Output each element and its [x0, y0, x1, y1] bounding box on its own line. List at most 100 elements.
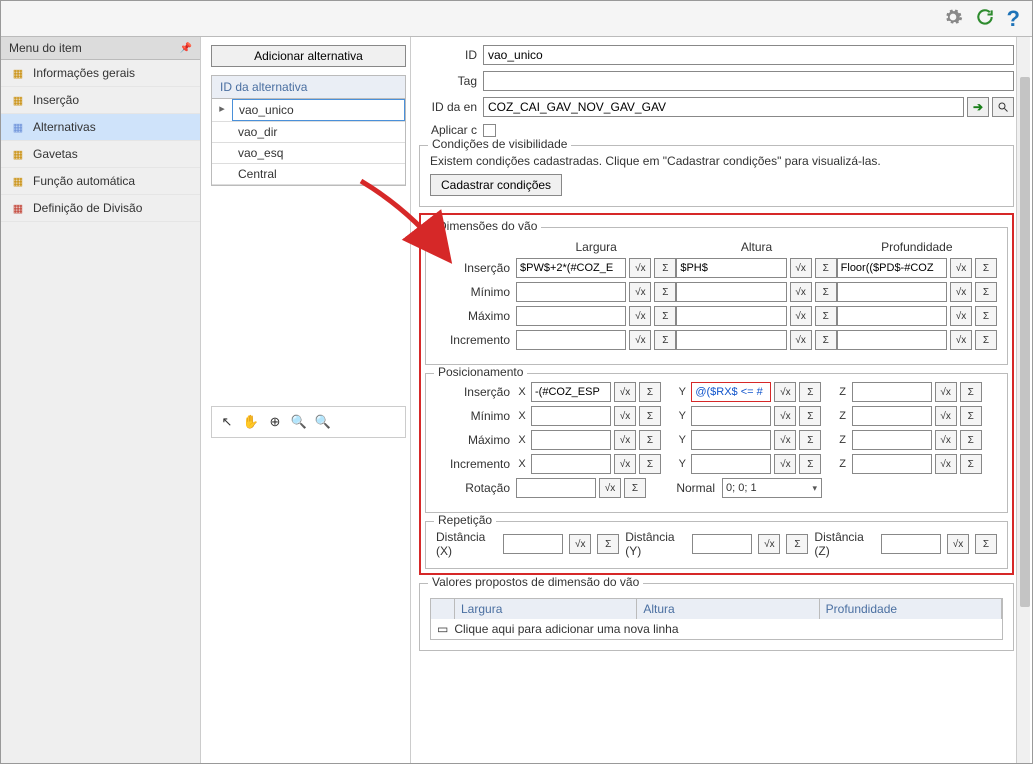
- pos-min-y[interactable]: [691, 406, 771, 426]
- sigma-icon[interactable]: Σ: [799, 382, 821, 402]
- sidebar-item-info[interactable]: ▦Informações gerais: [1, 60, 200, 87]
- sqrt-icon[interactable]: √x: [614, 406, 636, 426]
- sigma-icon[interactable]: Σ: [975, 330, 997, 350]
- zoom-in-icon[interactable]: 🔍: [290, 413, 308, 431]
- refresh-icon[interactable]: [975, 7, 995, 30]
- pos-min-x[interactable]: [531, 406, 611, 426]
- dim-inc-h[interactable]: [676, 330, 786, 350]
- sigma-icon[interactable]: Σ: [815, 282, 837, 302]
- rep-dx-input[interactable]: [503, 534, 563, 554]
- alt-row[interactable]: ▸vao_unico: [212, 99, 405, 122]
- alt-row[interactable]: vao_dir: [212, 122, 405, 143]
- scrollbar-thumb[interactable]: [1020, 77, 1030, 607]
- sqrt-icon[interactable]: √x: [758, 534, 780, 554]
- sqrt-icon[interactable]: √x: [950, 258, 972, 278]
- sigma-icon[interactable]: Σ: [960, 430, 982, 450]
- pos-min-z[interactable]: [852, 406, 932, 426]
- sqrt-icon[interactable]: √x: [790, 330, 812, 350]
- pos-insercao-y[interactable]: [691, 382, 771, 402]
- rep-dy-input[interactable]: [692, 534, 752, 554]
- normal-select[interactable]: 0; 0; 1: [722, 478, 822, 498]
- sigma-icon[interactable]: Σ: [815, 330, 837, 350]
- sigma-icon[interactable]: Σ: [799, 430, 821, 450]
- sqrt-icon[interactable]: √x: [935, 430, 957, 450]
- sigma-icon[interactable]: Σ: [960, 454, 982, 474]
- sqrt-icon[interactable]: √x: [950, 306, 972, 326]
- sqrt-icon[interactable]: √x: [790, 306, 812, 326]
- pos-insercao-x[interactable]: [531, 382, 611, 402]
- dim-min-h[interactable]: [676, 282, 786, 302]
- rep-dz-input[interactable]: [881, 534, 941, 554]
- sigma-icon[interactable]: Σ: [654, 330, 676, 350]
- search-icon[interactable]: [992, 97, 1014, 117]
- register-conditions-button[interactable]: Cadastrar condições: [430, 174, 562, 196]
- sqrt-icon[interactable]: √x: [629, 258, 651, 278]
- dim-max-w[interactable]: [516, 306, 626, 326]
- tag-input[interactable]: [483, 71, 1014, 91]
- sigma-icon[interactable]: Σ: [639, 406, 661, 426]
- pos-insercao-z[interactable]: [852, 382, 932, 402]
- sidebar-item-definicao[interactable]: ▦Definição de Divisão: [1, 195, 200, 222]
- sqrt-icon[interactable]: √x: [935, 454, 957, 474]
- dim-inc-w[interactable]: [516, 330, 626, 350]
- sqrt-icon[interactable]: √x: [947, 534, 969, 554]
- sigma-icon[interactable]: Σ: [960, 382, 982, 402]
- dim-min-d[interactable]: [837, 282, 947, 302]
- sigma-icon[interactable]: Σ: [799, 454, 821, 474]
- sqrt-icon[interactable]: √x: [774, 382, 796, 402]
- sqrt-icon[interactable]: √x: [599, 478, 621, 498]
- sqrt-icon[interactable]: √x: [774, 406, 796, 426]
- sigma-icon[interactable]: Σ: [624, 478, 646, 498]
- sqrt-icon[interactable]: √x: [935, 382, 957, 402]
- sqrt-icon[interactable]: √x: [950, 330, 972, 350]
- gear-icon[interactable]: [943, 7, 963, 30]
- sqrt-icon[interactable]: √x: [629, 282, 651, 302]
- sqrt-icon[interactable]: √x: [614, 382, 636, 402]
- vp-add-row[interactable]: ▭Clique aqui para adicionar uma nova lin…: [431, 619, 1002, 639]
- sigma-icon[interactable]: Σ: [654, 282, 676, 302]
- pos-max-y[interactable]: [691, 430, 771, 450]
- dim-insercao-h[interactable]: [676, 258, 786, 278]
- dim-inc-d[interactable]: [837, 330, 947, 350]
- help-icon[interactable]: ?: [1007, 6, 1020, 32]
- sigma-icon[interactable]: Σ: [639, 430, 661, 450]
- sigma-icon[interactable]: Σ: [975, 258, 997, 278]
- pos-inc-y[interactable]: [691, 454, 771, 474]
- alt-row[interactable]: vao_esq: [212, 143, 405, 164]
- zoom-fit-icon[interactable]: ⊕: [266, 413, 284, 431]
- apply-checkbox[interactable]: [483, 124, 496, 137]
- sqrt-icon[interactable]: √x: [569, 534, 591, 554]
- sigma-icon[interactable]: Σ: [975, 282, 997, 302]
- identry-input[interactable]: [483, 97, 964, 117]
- pos-max-z[interactable]: [852, 430, 932, 450]
- sigma-icon[interactable]: Σ: [815, 258, 837, 278]
- sigma-icon[interactable]: Σ: [960, 406, 982, 426]
- sqrt-icon[interactable]: √x: [629, 330, 651, 350]
- sigma-icon[interactable]: Σ: [639, 382, 661, 402]
- sqrt-icon[interactable]: √x: [614, 430, 636, 450]
- sigma-icon[interactable]: Σ: [975, 306, 997, 326]
- sidebar-item-insercao[interactable]: ▦Inserção: [1, 87, 200, 114]
- id-input[interactable]: [483, 45, 1014, 65]
- sidebar-item-funcao[interactable]: ▦Função automática: [1, 168, 200, 195]
- pos-inc-x[interactable]: [531, 454, 611, 474]
- sqrt-icon[interactable]: √x: [950, 282, 972, 302]
- pin-icon[interactable]: 📌: [180, 43, 192, 54]
- dim-insercao-w[interactable]: [516, 258, 626, 278]
- sqrt-icon[interactable]: √x: [790, 258, 812, 278]
- sqrt-icon[interactable]: √x: [774, 430, 796, 450]
- add-alternative-button[interactable]: Adicionar alternativa: [211, 45, 406, 67]
- sidebar-item-alternativas[interactable]: ▦Alternativas: [1, 114, 200, 141]
- hand-icon[interactable]: ✋: [242, 413, 260, 431]
- zoom-out-icon[interactable]: 🔍: [314, 413, 332, 431]
- sqrt-icon[interactable]: √x: [614, 454, 636, 474]
- goto-icon[interactable]: ➔: [967, 97, 989, 117]
- dim-max-d[interactable]: [837, 306, 947, 326]
- pos-inc-z[interactable]: [852, 454, 932, 474]
- sidebar-item-gavetas[interactable]: ▦Gavetas: [1, 141, 200, 168]
- alt-row[interactable]: Central: [212, 164, 405, 185]
- sigma-icon[interactable]: Σ: [597, 534, 619, 554]
- dim-insercao-d[interactable]: [837, 258, 947, 278]
- sigma-icon[interactable]: Σ: [786, 534, 808, 554]
- sigma-icon[interactable]: Σ: [654, 258, 676, 278]
